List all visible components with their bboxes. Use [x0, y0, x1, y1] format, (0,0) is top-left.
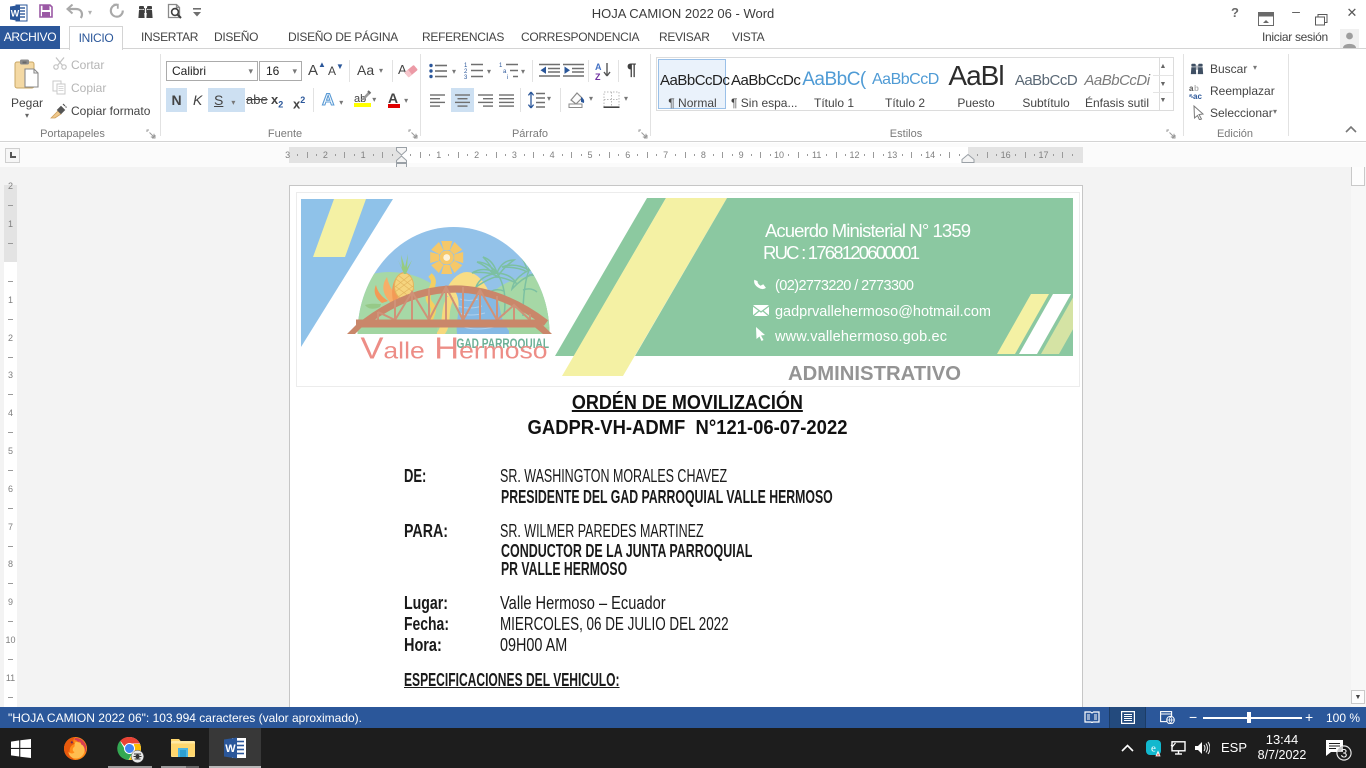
svg-text:RUC : 1768120600001: RUC : 1768120600001: [763, 242, 920, 263]
svg-text:A: A: [398, 62, 407, 77]
svg-text:3: 3: [464, 75, 468, 80]
svg-text:ac: ac: [1193, 92, 1202, 100]
svg-text:Z: Z: [595, 72, 601, 81]
svg-text:Valle Hermoso: Valle Hermoso: [361, 332, 548, 366]
svg-text:A: A: [595, 62, 602, 72]
svg-text:ADMINISTRATIVO: ADMINISTRATIVO: [788, 363, 961, 385]
svg-text:(02)2773220 / 2773300: (02)2773220 / 2773300: [775, 278, 914, 294]
svg-text:gadprvallehermoso@hotmail.com: gadprvallehermoso@hotmail.com: [775, 304, 991, 320]
svg-text:e: e: [1151, 743, 1156, 755]
svg-text:W: W: [225, 743, 236, 755]
svg-text:www.vallehermoso.gob.ec: www.vallehermoso.gob.ec: [774, 329, 947, 345]
svg-text:i: i: [507, 75, 508, 80]
svg-text:3: 3: [1341, 747, 1348, 761]
svg-text:Acuerdo Ministerial N° 1359: Acuerdo Ministerial N° 1359: [765, 220, 971, 241]
